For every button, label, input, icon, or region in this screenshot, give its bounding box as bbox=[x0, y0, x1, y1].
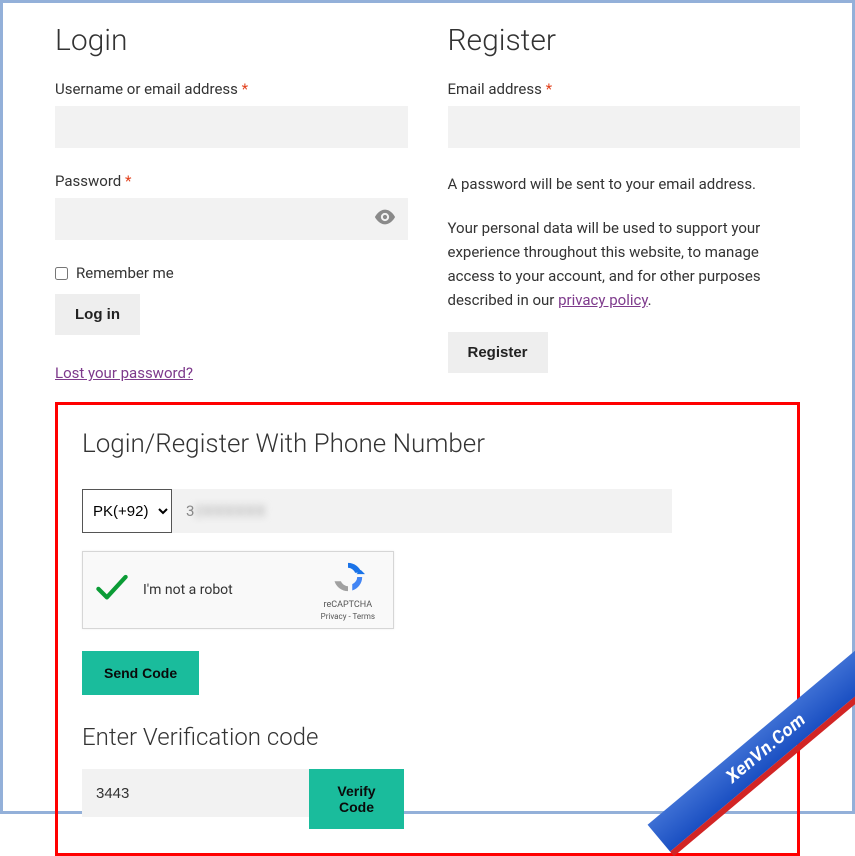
verify-code-button[interactable]: Verify Code bbox=[309, 769, 404, 829]
verification-code-input[interactable] bbox=[82, 769, 309, 817]
password-hint: A password will be sent to your email ad… bbox=[448, 172, 801, 196]
privacy-suffix: . bbox=[648, 291, 652, 309]
required-marker: * bbox=[242, 80, 248, 98]
lost-password-link[interactable]: Lost your password? bbox=[55, 364, 193, 382]
auth-columns: Login Username or email address * Passwo… bbox=[15, 15, 840, 382]
register-heading: Register bbox=[448, 23, 801, 58]
username-label: Username or email address * bbox=[55, 80, 408, 98]
password-input[interactable] bbox=[55, 198, 408, 240]
privacy-policy-link[interactable]: privacy policy bbox=[558, 291, 648, 309]
reg-email-input[interactable] bbox=[448, 106, 801, 148]
phone-value-visible: 3 bbox=[186, 502, 194, 520]
username-label-text: Username or email address bbox=[55, 80, 238, 98]
remember-row: Remember me bbox=[55, 264, 408, 282]
remember-checkbox[interactable] bbox=[55, 267, 68, 280]
phone-number-input[interactable]: 32XXXXXX bbox=[172, 489, 672, 533]
recaptcha-branding: reCAPTCHA Privacy - Terms bbox=[321, 560, 381, 621]
phone-value-redacted: 2XXXXXX bbox=[194, 502, 266, 520]
recaptcha-widget[interactable]: I'm not a robot reCAPTCHA Privacy - Term… bbox=[82, 551, 394, 629]
username-input[interactable] bbox=[55, 106, 408, 148]
password-label: Password * bbox=[55, 172, 408, 190]
required-marker: * bbox=[125, 172, 131, 190]
checkmark-icon bbox=[95, 573, 129, 607]
register-button[interactable]: Register bbox=[448, 332, 548, 373]
login-column: Login Username or email address * Passwo… bbox=[55, 23, 408, 382]
remember-label: Remember me bbox=[76, 264, 174, 282]
recaptcha-label: I'm not a robot bbox=[143, 582, 321, 598]
password-wrapper bbox=[55, 198, 408, 240]
phone-heading: Login/Register With Phone Number bbox=[82, 429, 773, 459]
send-code-button[interactable]: Send Code bbox=[82, 651, 199, 695]
required-marker: * bbox=[546, 80, 552, 98]
verify-heading: Enter Verification code bbox=[82, 723, 773, 751]
register-column: Register Email address * A password will… bbox=[448, 23, 801, 382]
show-password-icon[interactable] bbox=[374, 209, 396, 229]
page-frame: Login Username or email address * Passwo… bbox=[0, 0, 855, 814]
phone-section: Login/Register With Phone Number PK(+92)… bbox=[55, 402, 800, 856]
reg-email-label-text: Email address bbox=[448, 80, 542, 98]
login-heading: Login bbox=[55, 23, 408, 58]
recaptcha-links[interactable]: Privacy - Terms bbox=[321, 612, 375, 621]
recaptcha-brand: reCAPTCHA bbox=[321, 600, 375, 610]
country-code-select[interactable]: PK(+92) bbox=[82, 489, 172, 533]
phone-row: PK(+92) 32XXXXXX bbox=[82, 489, 672, 533]
reg-email-label: Email address * bbox=[448, 80, 801, 98]
verify-row: Verify Code bbox=[82, 769, 404, 829]
privacy-paragraph: Your personal data will be used to suppo… bbox=[448, 216, 801, 312]
password-label-text: Password bbox=[55, 172, 121, 190]
recaptcha-logo-icon bbox=[331, 579, 365, 598]
login-button[interactable]: Log in bbox=[55, 294, 140, 335]
